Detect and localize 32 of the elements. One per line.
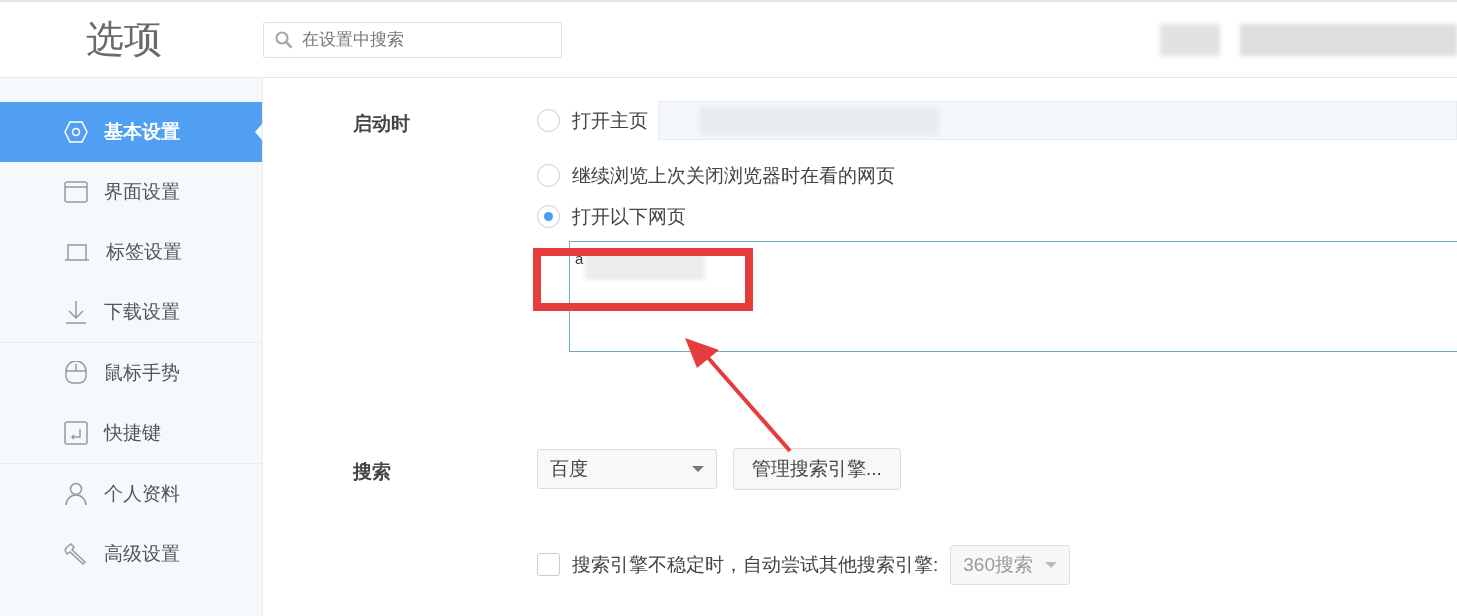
wrench-icon	[64, 542, 88, 566]
download-icon	[64, 300, 88, 324]
option-label: 打开以下网页	[572, 204, 686, 229]
shortcut-icon	[64, 421, 88, 445]
person-icon	[64, 482, 88, 506]
option-label: 继续浏览上次关闭浏览器时在看的网页	[572, 163, 895, 188]
option-label: 搜索引擎不稳定时，自动尝试其他搜索引擎:	[572, 552, 939, 577]
engine-select[interactable]: 百度	[537, 449, 717, 489]
radio-button[interactable]	[537, 164, 560, 187]
page-title: 选项	[85, 17, 163, 62]
radio-button[interactable]	[537, 109, 560, 132]
sidebar-item[interactable]: 高级设置	[0, 524, 262, 584]
hexagon-icon	[64, 121, 88, 143]
sidebar-item[interactable]: 鼠标手势	[0, 343, 262, 403]
fallback-engine-select: 360搜索	[950, 544, 1071, 585]
radio-button[interactable]	[537, 205, 560, 228]
window-icon	[64, 181, 88, 203]
pages-textarea[interactable]: a	[569, 241, 1457, 352]
search-field[interactable]: 在设置中搜索	[263, 21, 562, 58]
tab-icon	[64, 242, 90, 262]
sidebar-item[interactable]: 个人资料	[0, 464, 262, 524]
blurred-text	[1160, 23, 1220, 56]
manage-engines-button[interactable]: 管理搜索引擎...	[733, 448, 901, 490]
sidebar-item[interactable]: 快捷键	[0, 403, 262, 463]
sidebar-item[interactable]: 下载设置	[0, 282, 262, 342]
search-icon	[275, 30, 293, 49]
mouse-icon	[64, 361, 88, 385]
sidebar-item[interactable]: 标签设置	[0, 222, 262, 282]
section-label: 搜索	[353, 460, 392, 484]
sidebar-item[interactable]: 界面设置	[0, 162, 262, 222]
section-label: 启动时	[353, 112, 411, 136]
option-label: 打开主页	[572, 108, 648, 133]
